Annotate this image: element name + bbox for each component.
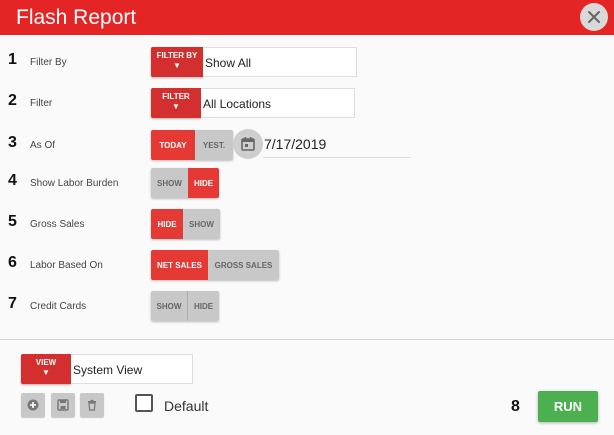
labor-burden-hide-option[interactable]: HIDE [188, 168, 219, 198]
filter-label: Filter [30, 98, 53, 109]
show-labor-burden-label: Show Labor Burden [30, 178, 119, 189]
default-checkbox-label: Default [164, 398, 209, 414]
close-button[interactable] [580, 3, 608, 31]
today-option[interactable]: TODAY [151, 130, 195, 160]
labor-based-on-toggle: NET SALES GROSS SALES [151, 250, 279, 280]
labor-based-on-label: Labor Based On [30, 260, 103, 271]
filter-by-button-label: FILTER BY [156, 51, 198, 60]
gross-sales-show-option[interactable]: SHOW [183, 209, 220, 239]
filter-by-button[interactable]: FILTER BY ▼ [151, 47, 203, 77]
as-of-toggle: TODAY YEST. [151, 130, 233, 160]
save-icon [57, 399, 69, 411]
gross-sales-label: Gross Sales [30, 219, 85, 230]
credit-cards-label: Credit Cards [30, 301, 87, 312]
filter-select[interactable]: All Locations [201, 88, 355, 118]
credit-cards-toggle: SHOW HIDE [151, 291, 219, 321]
title-bar: Flash Report [0, 0, 614, 35]
step-number: 2 [8, 92, 17, 109]
row-labor-based-on: 6 Labor Based On NET SALES GROSS SALES [0, 250, 614, 282]
credit-cards-show-option[interactable]: SHOW [151, 291, 187, 321]
dropdown-arrow-icon: ▼ [172, 102, 180, 111]
step-number: 5 [8, 213, 17, 230]
credit-cards-hide-option[interactable]: HIDE [188, 291, 219, 321]
gross-sales-option[interactable]: GROSS SALES [208, 250, 279, 280]
filter-button-label: FILTER [162, 92, 190, 101]
add-icon [27, 399, 39, 411]
filter-button[interactable]: FILTER ▼ [151, 88, 201, 118]
gross-sales-toggle: HIDE SHOW [151, 209, 220, 239]
view-button[interactable]: VIEW ▼ [21, 354, 71, 384]
step-number: 7 [8, 295, 17, 312]
step-number: 3 [8, 134, 17, 151]
delete-icon [88, 399, 96, 411]
step-number: 6 [8, 254, 17, 271]
calendar-icon [241, 137, 255, 151]
filter-by-label: Filter By [30, 57, 67, 68]
row-credit-cards: 7 Credit Cards SHOW HIDE [0, 291, 614, 323]
row-filter: 2 Filter FILTER ▼ All Locations [0, 88, 614, 120]
net-sales-option[interactable]: NET SALES [151, 250, 208, 280]
add-view-button[interactable] [21, 393, 45, 417]
delete-view-button[interactable] [80, 393, 104, 417]
row-gross-sales: 5 Gross Sales HIDE SHOW [0, 209, 614, 241]
as-of-date-input[interactable]: 7/17/2019 [263, 134, 411, 158]
step-number: 1 [8, 51, 17, 68]
step-number: 4 [8, 172, 17, 189]
default-checkbox[interactable] [135, 394, 153, 412]
dropdown-arrow-icon: ▼ [42, 368, 50, 377]
step-number: 8 [511, 398, 520, 415]
labor-burden-toggle: SHOW HIDE [151, 168, 219, 198]
run-button[interactable]: RUN [538, 391, 598, 422]
yesterday-option[interactable]: YEST. [195, 130, 233, 160]
as-of-label: As Of [30, 140, 56, 151]
row-show-labor-burden: 4 Show Labor Burden SHOW HIDE [0, 168, 614, 200]
view-select[interactable]: System View [71, 354, 193, 384]
close-icon [588, 11, 600, 23]
labor-burden-show-option[interactable]: SHOW [151, 168, 188, 198]
dialog-title: Flash Report [16, 6, 137, 29]
view-button-label: VIEW [35, 358, 57, 367]
footer-divider [0, 339, 614, 340]
save-view-button[interactable] [51, 393, 75, 417]
dropdown-arrow-icon: ▼ [173, 61, 181, 70]
filter-by-select[interactable]: Show All [203, 47, 357, 77]
calendar-button[interactable] [233, 129, 263, 159]
row-filter-by: 1 Filter By FILTER BY ▼ Show All [0, 47, 614, 79]
gross-sales-hide-option[interactable]: HIDE [151, 209, 183, 239]
